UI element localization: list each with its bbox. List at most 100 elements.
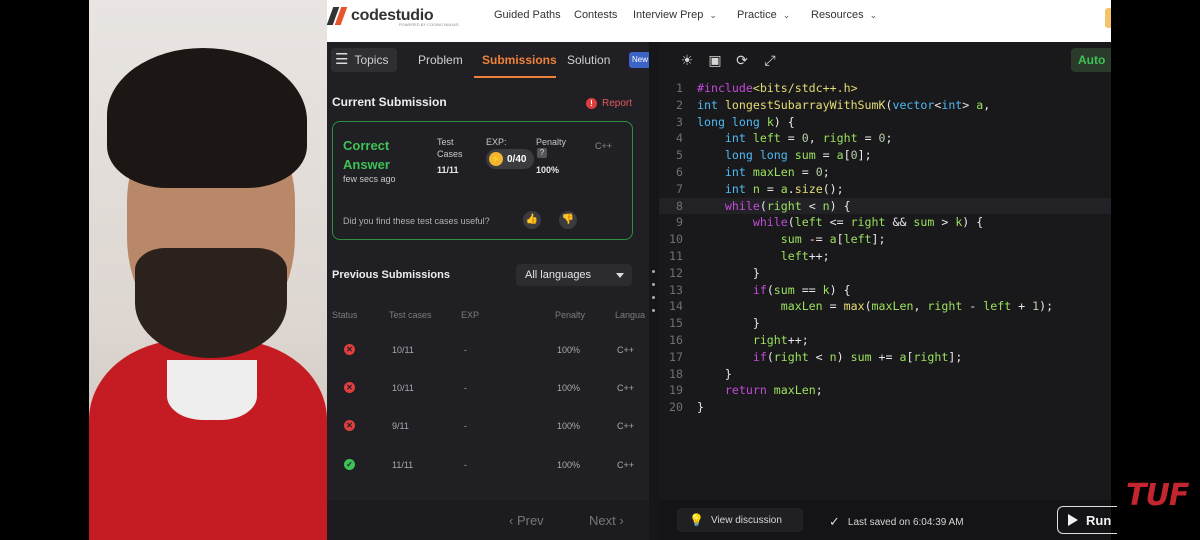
exp-label: EXP: xyxy=(486,137,507,147)
code-line[interactable]: 19 return maxLen; xyxy=(659,382,1111,399)
next-button[interactable]: Next › xyxy=(589,513,624,528)
code-line[interactable]: 5 long long sum = a[0]; xyxy=(659,147,1111,164)
tab-topics[interactable]: ☰ Topics xyxy=(331,48,397,72)
line-number: 12 xyxy=(669,265,683,280)
row-penalty: 100% xyxy=(557,345,581,355)
tab-problem[interactable]: Problem xyxy=(418,53,463,67)
penalty-label: Penalty xyxy=(536,137,567,147)
save-icon[interactable]: ▣ xyxy=(706,51,724,69)
code-line[interactable]: 8 while(right < n) { xyxy=(659,197,1111,215)
line-number: 16 xyxy=(669,332,683,347)
feedback-question: Did you find these test cases useful? xyxy=(343,216,490,226)
row-language: C++ xyxy=(617,421,635,431)
row-penalty: 100% xyxy=(557,460,581,470)
exp-value: 0/40 xyxy=(507,153,527,165)
presenter-hair xyxy=(107,48,307,188)
auto-button[interactable]: Auto xyxy=(1071,48,1111,72)
line-number: 19 xyxy=(669,383,683,398)
logo-subtitle: POWERED BY CODING NINJAS xyxy=(399,22,459,27)
line-number: 7 xyxy=(676,181,683,196)
line-number: 3 xyxy=(676,114,683,129)
nav-contests[interactable]: Contests xyxy=(574,9,617,21)
test-cases-value: 11/11 xyxy=(437,165,459,175)
code-editor: ☀ ▣ ⟳ ⤢ Auto 1 #include<bits/stdc++.h> 2 in… xyxy=(659,42,1117,540)
code-line[interactable]: 6 int maxLen = 0; xyxy=(659,164,1111,181)
line-number: 14 xyxy=(669,299,683,314)
tab-solution[interactable]: Solution xyxy=(567,53,610,67)
code-line[interactable]: 3 long long k) { xyxy=(659,114,1111,131)
test-cases-label: Test Cases xyxy=(437,137,463,159)
line-number: 9 xyxy=(676,215,683,230)
prev-button[interactable]: ‹ Prev xyxy=(509,513,544,528)
nav-interview-prep[interactable]: Interview Prep ⌄ xyxy=(633,9,717,21)
code-line[interactable]: 13 if(sum == k) { xyxy=(659,282,1111,299)
code-line[interactable]: 11 left++; xyxy=(659,248,1111,265)
current-submission-title: Current Submission xyxy=(332,95,447,109)
code-line[interactable]: 16 right++; xyxy=(659,332,1111,349)
code-line[interactable]: 2 int longestSubarrayWithSumK(vector<int>… xyxy=(659,97,1111,114)
sun-icon[interactable]: ☀ xyxy=(678,51,696,69)
logo-icon xyxy=(326,6,348,26)
check-icon: ✓ xyxy=(829,514,840,529)
report-button[interactable]: ! Report xyxy=(586,98,632,109)
nav-guided-paths[interactable]: Guided Paths xyxy=(494,9,561,21)
run-button[interactable]: Run xyxy=(1057,506,1117,534)
play-icon xyxy=(1068,514,1078,526)
row-penalty: 100% xyxy=(557,421,581,431)
header-status: Status xyxy=(332,310,358,320)
code-line[interactable]: 4 int left = 0, right = 0; xyxy=(659,130,1111,147)
chevron-down-icon: ⌄ xyxy=(782,10,791,20)
tab-new-badge[interactable]: New xyxy=(629,52,651,68)
line-number: 4 xyxy=(676,131,683,146)
profile-chip[interactable] xyxy=(1105,8,1111,28)
tab-topics-label: Topics xyxy=(354,53,389,67)
bolt-icon: ⚡ xyxy=(489,152,503,166)
penalty-value: 100% xyxy=(536,165,560,175)
code-line[interactable]: 10 sum -= a[left]; xyxy=(659,231,1111,248)
current-submission-card: Correct Answer few secs ago Test Cases 1… xyxy=(332,121,633,240)
language-filter-select[interactable]: All languages xyxy=(516,264,632,286)
line-number: 15 xyxy=(669,316,683,331)
menu-icon: ☰ xyxy=(335,51,349,68)
code-line[interactable]: 20} xyxy=(659,399,1111,416)
refresh-icon[interactable]: ⟳ xyxy=(733,51,751,69)
code-line[interactable]: 7 int n = a.size(); xyxy=(659,181,1111,198)
presenter-shirt xyxy=(167,360,257,420)
line-number: 11 xyxy=(669,248,683,263)
code-line[interactable]: 12 } xyxy=(659,265,1111,282)
screen: codestudio POWERED BY CODING NINJAS Guid… xyxy=(0,0,1200,540)
line-number: 5 xyxy=(676,148,683,163)
chevron-down-icon: ⌄ xyxy=(869,10,878,20)
line-number: 13 xyxy=(669,282,683,297)
code-area[interactable]: 1 #include<bits/stdc++.h> 2 int longestSuba… xyxy=(659,80,1111,416)
thumbs-down-icon[interactable]: 👎 xyxy=(559,211,577,229)
panel-resize-handle[interactable] xyxy=(649,42,659,540)
nav-resources[interactable]: Resources ⌄ xyxy=(811,9,877,21)
row-penalty: 100% xyxy=(557,383,581,393)
pass-icon: ✓ xyxy=(344,459,355,470)
code-line[interactable]: 17 if(right < n) sum += a[right]; xyxy=(659,349,1111,366)
nav-practice[interactable]: Practice ⌄ xyxy=(737,9,790,21)
problem-panel: ☰ Topics Problem Submissions Solution Ne… xyxy=(327,42,651,540)
help-icon[interactable]: ? xyxy=(537,148,547,158)
code-line[interactable]: 18 } xyxy=(659,366,1111,383)
row-exp: - xyxy=(464,421,467,431)
fullscreen-icon[interactable]: ⤢ xyxy=(761,51,779,69)
code-line[interactable]: 15 } xyxy=(659,315,1111,332)
tab-submissions[interactable]: Submissions xyxy=(482,53,557,67)
code-line[interactable]: 1 #include<bits/stdc++.h> xyxy=(659,80,1111,97)
editor-footer: 💡 View discussion ✓ Last saved on 6:04:3… xyxy=(659,500,1117,540)
code-line[interactable]: 14 maxLen = max(maxLen, right - left + 1… xyxy=(659,298,1111,315)
header-penalty: Penalty xyxy=(555,310,586,320)
code-line[interactable]: 9 while(left <= right && sum > k) { xyxy=(659,214,1111,231)
row-tests: 11/11 xyxy=(392,460,414,470)
view-discussion-button[interactable]: 💡 View discussion xyxy=(677,508,803,532)
line-number: 1 xyxy=(676,81,683,95)
line-number: 10 xyxy=(669,232,683,247)
thumbs-up-icon[interactable]: 👍 xyxy=(523,211,541,229)
webcam-feed xyxy=(89,0,327,540)
line-number: 20 xyxy=(669,400,683,415)
line-number: 2 xyxy=(676,97,683,112)
chevron-down-icon: ⌄ xyxy=(709,10,717,20)
header-exp: EXP xyxy=(461,310,480,320)
